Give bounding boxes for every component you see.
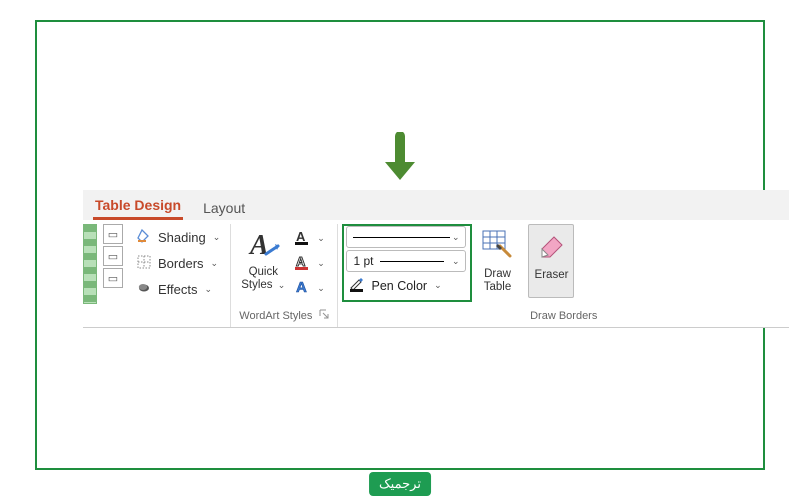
- text-fill-button[interactable]: A ⌄: [293, 228, 325, 249]
- quick-styles-button[interactable]: A Quick Styles ⌄: [239, 224, 287, 292]
- chevron-down-icon: ⌄: [213, 232, 221, 243]
- chevron-down-icon: ⌄: [278, 280, 286, 290]
- text-outline-icon: A: [293, 253, 313, 274]
- svg-text:A: A: [248, 230, 269, 261]
- shading-button[interactable]: Shading ⌄: [133, 226, 222, 249]
- stub-icon-3: ▭: [103, 268, 123, 288]
- ribbon: Table Design Layout ▭ ▭ ▭: [83, 190, 789, 328]
- svg-text:A: A: [296, 279, 307, 296]
- svg-text:A: A: [296, 254, 306, 269]
- pen-weight-dropdown[interactable]: 1 pt ⌄: [346, 250, 466, 272]
- tab-table-design[interactable]: Table Design: [93, 193, 183, 220]
- pen-weight-value: 1 pt: [353, 254, 373, 268]
- arrow-down-icon: [377, 132, 423, 191]
- svg-text:A: A: [296, 229, 306, 244]
- group-stub: ▭ ▭ ▭: [83, 224, 125, 327]
- draw-table-label-2: Table: [484, 281, 512, 294]
- pen-color-label: Pen Color: [371, 279, 427, 293]
- pen-settings-stack: ⌄ 1 pt ⌄ Pen Color: [346, 224, 466, 297]
- group-table-styles: Shading ⌄ Borders ⌄: [125, 224, 230, 327]
- text-effects-icon: A: [293, 278, 313, 299]
- stub-stripe: [83, 224, 97, 304]
- eraser-label: Eraser: [535, 269, 569, 282]
- ribbon-tabstrip: Table Design Layout: [83, 190, 789, 220]
- borders-button[interactable]: Borders ⌄: [133, 252, 222, 275]
- wordart-group-label: WordArt Styles: [239, 307, 329, 325]
- draw-table-button[interactable]: Draw Table: [474, 224, 520, 296]
- stage: Table Design Layout ▭ ▭ ▭: [0, 0, 800, 500]
- effects-icon: [135, 280, 153, 299]
- text-effects-button[interactable]: A ⌄: [293, 278, 325, 299]
- draw-table-label-1: Draw: [484, 268, 511, 281]
- pen-color-button[interactable]: Pen Color ⌄: [346, 274, 466, 297]
- line-preview: [353, 237, 449, 238]
- borders-label: Borders: [158, 256, 204, 271]
- quick-label-2: Styles: [241, 279, 272, 291]
- draw-table-icon: [480, 226, 514, 268]
- text-fill-icon: A: [293, 228, 313, 249]
- eraser-button[interactable]: Eraser: [528, 224, 574, 298]
- chevron-down-icon: ⌄: [317, 233, 325, 244]
- ribbon-commands: ▭ ▭ ▭ Shading: [83, 220, 789, 328]
- chevron-down-icon: ⌄: [317, 283, 325, 294]
- effects-button[interactable]: Effects ⌄: [133, 278, 222, 301]
- chevron-down-icon: ⌄: [317, 258, 325, 269]
- stub-icon-1: ▭: [103, 224, 123, 244]
- pen-color-icon: [348, 276, 366, 295]
- shading-label: Shading: [158, 230, 206, 245]
- chevron-down-icon: ⌄: [211, 258, 219, 269]
- quick-styles-icon: A: [244, 224, 282, 266]
- chevron-down-icon: ⌄: [205, 284, 213, 295]
- chevron-down-icon: ⌄: [452, 232, 460, 243]
- eraser-icon: [534, 227, 568, 269]
- quick-label-1: Quick: [249, 266, 278, 279]
- chevron-down-icon: ⌄: [452, 256, 460, 267]
- pen-style-dropdown[interactable]: ⌄: [346, 226, 466, 248]
- draw-borders-group-label: Draw Borders: [346, 308, 781, 325]
- line-preview: [380, 261, 444, 262]
- outer-frame: Table Design Layout ▭ ▭ ▭: [35, 20, 765, 470]
- shading-icon: [135, 228, 153, 247]
- dialog-launcher-icon[interactable]: [319, 310, 329, 322]
- text-outline-button[interactable]: A ⌄: [293, 253, 325, 274]
- effects-label: Effects: [158, 282, 198, 297]
- brand-badge: ترجمیک: [369, 472, 431, 496]
- borders-icon: [135, 254, 153, 273]
- tab-layout[interactable]: Layout: [201, 196, 247, 220]
- group-wordart-styles: A Quick Styles ⌄ A ⌄: [231, 224, 337, 327]
- chevron-down-icon: ⌄: [434, 280, 442, 291]
- group-draw-borders: ⌄ 1 pt ⌄ Pen Color: [338, 224, 789, 327]
- stub-icon-2: ▭: [103, 246, 123, 266]
